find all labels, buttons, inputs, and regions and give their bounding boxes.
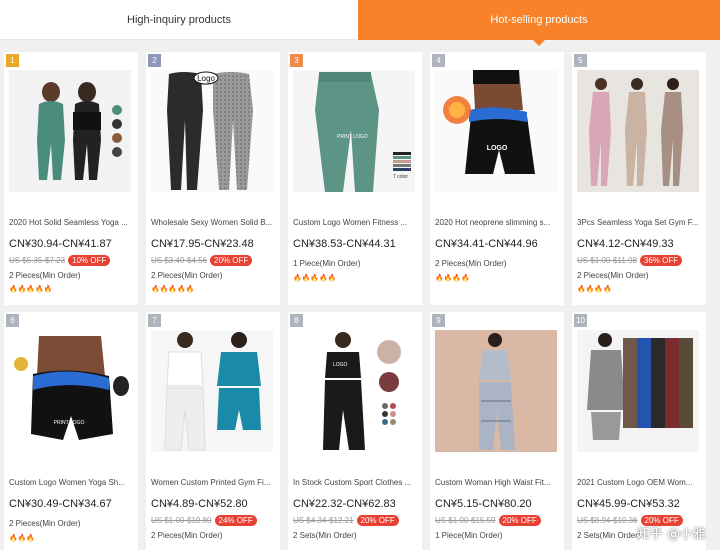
product-title[interactable]: In Stock Custom Sport Clothes ...	[293, 478, 417, 487]
rank-badge: 5	[574, 54, 587, 67]
discount-badge: 10% OFF	[68, 255, 111, 266]
product-image[interactable]	[151, 330, 273, 452]
old-price: US $1.00-$11.98	[577, 256, 637, 265]
min-order: 2 Pieces(Min Order)	[9, 271, 81, 280]
popularity-icons: 🔥🔥🔥🔥🔥	[9, 286, 53, 293]
product-image[interactable]	[577, 330, 699, 452]
discount-badge: 20% OFF	[356, 515, 399, 526]
old-price: US $3.49-$4.56	[151, 256, 208, 265]
logo-label: Logo	[197, 74, 215, 83]
discount-badge: 20% OFF	[498, 515, 541, 526]
product-title[interactable]: Women Custom Printed Gym Fi...	[151, 478, 275, 487]
product-price: CN¥22.32-CN¥62.83	[293, 498, 396, 510]
product-image[interactable]: LOGO	[435, 70, 557, 192]
product-price: CN¥38.53-CN¥44.31	[293, 238, 396, 250]
rank-badge: 4	[432, 54, 445, 67]
product-title[interactable]: 2020 Hot neoprene slimming s...	[435, 218, 559, 227]
product-card[interactable]: 7 Women Custom Printed Gym Fi... CN¥4.89…	[146, 312, 280, 550]
rank-badge: 6	[6, 314, 19, 327]
rank-badge: 3	[290, 54, 303, 67]
product-title[interactable]: Custom Woman High Waist Fit...	[435, 478, 559, 487]
product-price: CN¥17.95-CN¥23.48	[151, 238, 254, 250]
product-title[interactable]: 3Pcs Seamless Yoga Set Gym F...	[577, 218, 701, 227]
min-order: 1 Piece(Min Order)	[293, 259, 361, 268]
print-logo-label: PRINT LOGO	[54, 420, 85, 426]
discount-badge: 36% OFF	[639, 255, 683, 266]
tab-hot-selling[interactable]: Hot-selling products	[358, 0, 720, 46]
color-count-label: 7 color	[393, 174, 408, 180]
product-price: CN¥5.15-CN¥80.20	[435, 498, 532, 510]
product-title[interactable]: Custom Logo Women Fitness ...	[293, 218, 417, 227]
product-title[interactable]: 2021 Custom Logo OEM Wom...	[577, 478, 701, 487]
old-price: US $5.35-$7.23	[9, 256, 66, 265]
old-price-row: US $1.00-$11.98 36% OFF	[577, 255, 683, 266]
old-price-row: US $1.00-$15.59 20% OFF	[435, 515, 541, 526]
min-order: 2 Pieces(Min Order)	[9, 519, 81, 528]
product-card[interactable]: 9 Custom Woman High Waist Fit... CN¥5.15…	[430, 312, 564, 550]
old-price: US $4.34-$12.21	[293, 516, 354, 525]
min-order: 1 Piece(Min Order)	[435, 531, 503, 540]
rank-badge: 1	[6, 54, 19, 67]
rank-badge: 8	[290, 314, 303, 327]
min-order: 2 Pieces(Min Order)	[435, 259, 507, 268]
rank-badge: 7	[148, 314, 161, 327]
popularity-icons: 🔥🔥🔥🔥	[577, 286, 612, 293]
old-price-row: US $4.34-$12.21 20% OFF	[293, 515, 399, 526]
product-card[interactable]: 5 3Pcs Seamless Yoga Set Gym F... CN¥4.1…	[572, 52, 706, 305]
product-card[interactable]: 10 2021 Custom Logo OEM Wom... CN¥45.99-…	[572, 312, 706, 550]
product-image[interactable]	[9, 70, 131, 192]
old-price: US $8.94-$10.36	[577, 516, 638, 525]
discount-badge: 24% OFF	[214, 515, 257, 526]
product-card[interactable]: 6 PRINT LOGO Custom Logo Women Yoga Sh..…	[4, 312, 138, 550]
popularity-icons: 🔥🔥🔥🔥	[435, 275, 470, 282]
min-order: 2 Sets(Min Order)	[577, 531, 641, 540]
product-card[interactable]: 8 LOGO In Stock Custom Sport Clothes ...…	[288, 312, 422, 550]
old-price: US $1.00-$15.59	[435, 516, 496, 525]
old-price-row: US $1.00-$10.80 24% OFF	[151, 515, 257, 526]
rank-badge: 9	[432, 314, 445, 327]
product-title[interactable]: 2020 Hot Solid Seamless Yoga ...	[9, 218, 133, 227]
product-price: CN¥34.41-CN¥44.96	[435, 238, 538, 250]
product-price: CN¥4.89-CN¥52.80	[151, 498, 248, 510]
rank-badge: 10	[574, 314, 587, 327]
min-order: 2 Pieces(Min Order)	[577, 271, 649, 280]
product-card[interactable]: 3 PRINT LOGO 7 color Custom Logo Women F…	[288, 52, 422, 305]
product-image[interactable]	[435, 330, 557, 452]
old-price-row: US $5.35-$7.23 10% OFF	[9, 255, 111, 266]
popularity-icons: 🔥🔥🔥	[9, 535, 36, 542]
product-title[interactable]: Wholesale Sexy Women Solid B...	[151, 218, 275, 227]
product-price: CN¥30.49-CN¥34.67	[9, 498, 112, 510]
product-card[interactable]: 1 2020 Hot Solid Seamless Yoga ... CN¥30…	[4, 52, 138, 305]
product-card[interactable]: 2 Logo Wholesale Sexy Women Solid B... C…	[146, 52, 280, 305]
discount-badge: 20% OFF	[210, 255, 253, 266]
rank-badge: 2	[148, 54, 161, 67]
tab-high-inquiry[interactable]: High-inquiry products	[0, 0, 358, 40]
old-price-row: US $3.49-$4.56 20% OFF	[151, 255, 253, 266]
popularity-icons: 🔥🔥🔥🔥🔥	[293, 275, 337, 282]
min-order: 2 Pieces(Min Order)	[151, 531, 223, 540]
min-order: 2 Pieces(Min Order)	[151, 271, 223, 280]
product-price: CN¥45.99-CN¥53.32	[577, 498, 680, 510]
product-image[interactable]: PRINT LOGO 7 color	[293, 70, 415, 192]
product-image[interactable]: PRINT LOGO	[9, 330, 131, 452]
product-image[interactable]	[577, 70, 699, 192]
print-logo-label: PRINT LOGO	[337, 134, 368, 140]
product-card[interactable]: 4 LOGO 2020 Hot neoprene slimming s... C…	[430, 52, 564, 305]
product-tabs: High-inquiry products Hot-selling produc…	[0, 0, 720, 46]
product-image[interactable]: LOGO	[293, 330, 415, 452]
popularity-icons: 🔥🔥🔥🔥🔥	[151, 286, 195, 293]
product-image[interactable]: Logo	[151, 70, 273, 192]
old-price: US $1.00-$10.80	[151, 516, 212, 525]
logo-caps-label: LOGO	[333, 362, 348, 368]
product-price: CN¥30.94-CN¥41.87	[9, 238, 112, 250]
product-title[interactable]: Custom Logo Women Yoga Sh...	[9, 478, 133, 487]
product-price: CN¥4.12-CN¥49.33	[577, 238, 674, 250]
watermark: 知乎 @小雅	[636, 527, 706, 542]
logo-caps-label: LOGO	[487, 145, 508, 152]
min-order: 2 Sets(Min Order)	[293, 531, 357, 540]
